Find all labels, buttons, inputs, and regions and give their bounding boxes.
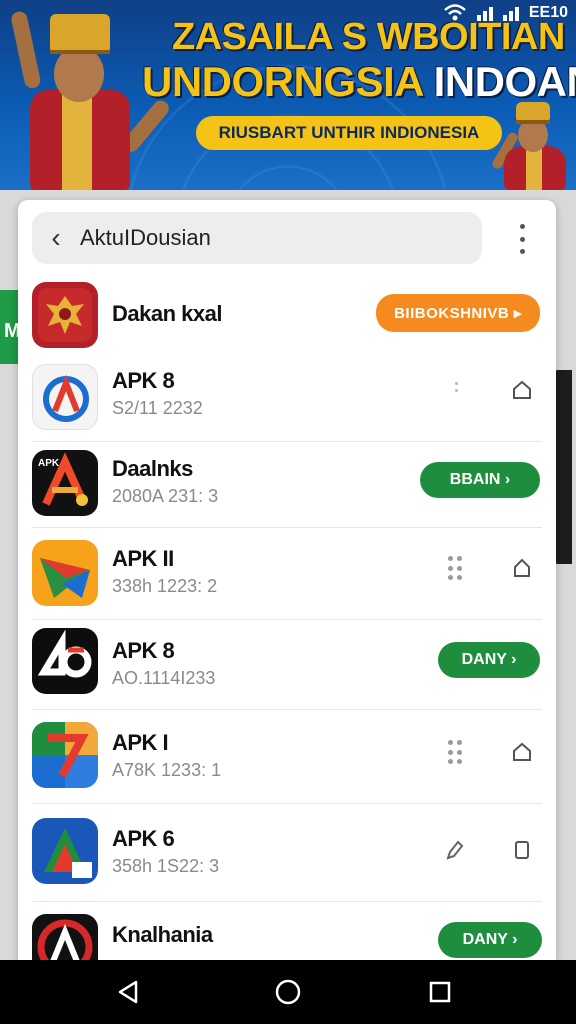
nav-back-icon[interactable] [114,978,142,1006]
signal-2-icon [502,5,519,21]
app-meta: AO.1114I233 [112,668,216,688]
back-arrow-icon[interactable]: ‹ [32,212,80,264]
drag-handle-icon[interactable] [448,740,462,766]
list-item[interactable]: APK 8 AO.1114I233 DANY › [18,620,556,710]
banner-tagline-pill: RIUSBART UNTHIR INDIONESIA [196,116,502,150]
list-item[interactable]: APK I A78K 1233: 1 [18,710,556,804]
status-time: EE10 [528,4,568,21]
apk-multicolor-logo-icon [32,722,98,788]
app-name: APK 8 [112,368,175,393]
nav-recents-icon[interactable] [426,978,454,1006]
banner-headline-yellow: UNDORNGSIA [142,58,434,105]
apk-black-logo-icon [32,628,98,694]
signal-icon [476,5,493,21]
more-options-icon[interactable] [508,224,536,254]
garuda-icon [32,282,98,348]
dancer-right-illustration [486,100,576,190]
side-tab[interactable]: M [0,290,21,364]
install-button[interactable]: BIIBOKSHNIVB ▸ [376,294,540,332]
app-meta: A78K 1233: 1 [112,760,222,780]
search-bar[interactable]: ‹ AktuIDousian [32,212,482,264]
banner-headline-white: INDOANNSIAI [433,58,576,105]
app-name: APK I [112,730,169,755]
app-name: Daalnks [112,456,193,481]
download-button[interactable]: BBAIN › [420,462,540,498]
drag-handle-icon[interactable] [448,556,462,582]
download-button[interactable]: DANY › [438,922,542,958]
app-meta: 358h 1S22: 3 [112,856,220,876]
promo-banner[interactable]: ZASAILA S WBOITIAN I UNDORNGSIA INDOANNS… [0,0,576,190]
list-item[interactable]: APK 6 358h 1S22: 3 [18,804,556,902]
edit-icon[interactable] [442,838,466,862]
search-title: AktuIDousian [80,225,211,250]
app-meta: 2080A 231: 3 [112,486,219,506]
nav-home-icon[interactable] [274,978,302,1006]
apk-blue-logo-icon [32,364,98,430]
app-name: APK 8 [112,638,175,663]
list-item[interactable]: APK 8 S2/11 2232 [18,364,556,442]
list-item[interactable]: APK Daalnks 2080A 231: 3 BBAIN › [18,442,556,528]
app-list-card: ‹ AktuIDousian Dakan kxal BIIBOKSHNIVB ▸… [18,200,556,970]
list-item[interactable]: APK II 338h 1223: 2 [18,528,556,620]
side-scroll-handle[interactable] [554,370,572,564]
app-meta: 338h 1223: 2 [112,576,218,596]
app-name: APK II [112,546,174,571]
home-icon[interactable] [510,740,534,764]
banner-headline-line1: ZASAILA S WBOITIAN I [172,16,576,58]
drag-handle-icon[interactable] [455,382,459,394]
app-name: Dakan kxal [112,301,222,326]
app-name: Knalhania [112,922,213,947]
list-item[interactable]: Dakan kxal BIIBOKSHNIVB ▸ [18,276,556,364]
status-bar: EE10 [443,4,568,22]
apk-orange-logo-icon [32,540,98,606]
banner-headline-line2: UNDORNGSIA INDOANNSIAI [142,58,576,106]
app-name: APK 6 [112,826,175,851]
home-icon[interactable] [510,378,534,402]
apk-triangle-logo-icon [32,818,98,884]
download-button[interactable]: DANY › [438,642,540,678]
wifi-icon [444,4,466,21]
home-icon[interactable] [510,556,534,580]
device-icon[interactable] [510,838,534,862]
apk-dark-logo-icon: APK [32,450,98,516]
app-meta: S2/11 2232 [112,398,203,418]
svg-text:APK: APK [38,458,60,469]
system-nav-bar [0,960,576,1024]
